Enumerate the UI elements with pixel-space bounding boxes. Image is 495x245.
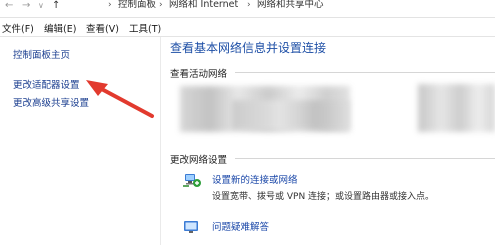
- troubleshoot-problems-link[interactable]: 问题疑难解答: [212, 219, 269, 233]
- setup-new-connection-link[interactable]: 设置新的连接或网络: [212, 172, 298, 186]
- forward-icon[interactable]: →: [22, 0, 30, 11]
- pane-divider: [160, 37, 161, 245]
- section-divider: [235, 158, 495, 159]
- menu-tools[interactable]: 工具(T): [129, 21, 161, 35]
- blurred-connection-info: [418, 84, 495, 132]
- breadcrumb-separator: ›: [108, 0, 112, 10]
- sidebar-item-change-adapter-settings[interactable]: 更改适配器设置: [13, 77, 80, 91]
- network-setup-icon: [183, 174, 201, 187]
- breadcrumb-network-sharing-center[interactable]: 网络和共享中心: [257, 0, 324, 10]
- up-icon[interactable]: ↑: [52, 0, 60, 11]
- breadcrumb-control-panel[interactable]: 控制面板: [118, 0, 156, 10]
- active-networks-heading: 查看活动网络: [170, 69, 228, 80]
- sidebar-item-control-panel-home[interactable]: 控制面板主页: [13, 47, 70, 61]
- back-icon[interactable]: ←: [5, 0, 13, 11]
- menu-view[interactable]: 查看(V): [86, 21, 119, 35]
- history-dropdown-icon[interactable]: ∨: [38, 0, 44, 11]
- page-title: 查看基本网络信息并设置连接: [170, 41, 327, 55]
- sidebar-item-change-advanced-sharing[interactable]: 更改高级共享设置: [13, 95, 89, 109]
- address-bar: ← → ∨ ↑ › 控制面板 › 网络和 Internet › 网络和共享中心: [0, 0, 495, 16]
- section-divider: [235, 72, 495, 73]
- troubleshoot-icon: [184, 221, 198, 233]
- breadcrumb-separator: ›: [159, 0, 163, 10]
- menu-edit[interactable]: 编辑(E): [44, 21, 76, 35]
- menu-bar: 文件(F) 编辑(E) 查看(V) 工具(T): [0, 18, 495, 37]
- change-settings-heading: 更改网络设置: [170, 155, 228, 166]
- breadcrumb-separator: ›: [247, 0, 251, 10]
- sidebar: 控制面板主页 更改适配器设置 更改高级共享设置: [0, 37, 160, 245]
- breadcrumb-network-internet[interactable]: 网络和 Internet: [169, 0, 238, 10]
- menu-file[interactable]: 文件(F): [2, 21, 34, 35]
- setup-new-connection-description: 设置宽带、拨号或 VPN 连接；或设置路由器或接入点。: [212, 192, 435, 202]
- blurred-network-info: [232, 100, 350, 130]
